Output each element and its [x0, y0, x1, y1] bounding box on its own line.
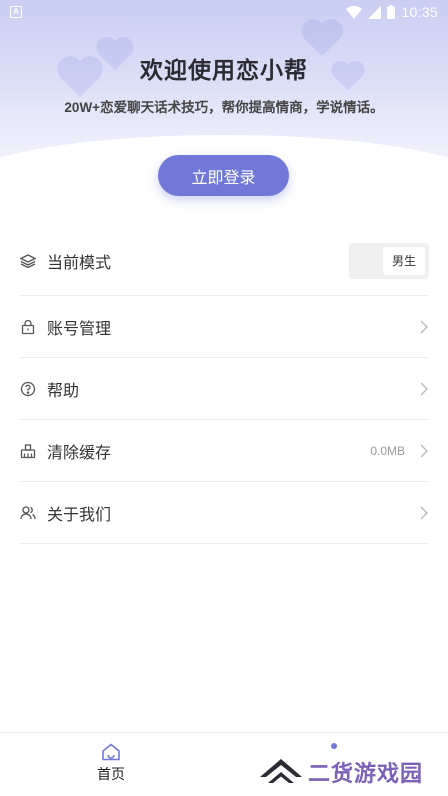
users-icon: [19, 504, 37, 522]
watermark-text: 二货游戏园: [308, 761, 424, 786]
toggle-value: 男生: [383, 246, 425, 275]
status-time: 10:35: [401, 4, 438, 20]
login-button[interactable]: 立即登录: [158, 155, 289, 196]
menu-item-clear-cache[interactable]: 清除缓存 0.0MB: [19, 420, 429, 482]
menu-item-label: 清除缓存: [47, 444, 112, 462]
settings-menu: 当前模式 男生 账号管理 帮助 清除缓存 0.0MB 关于我们: [19, 226, 429, 544]
page-title: 欢迎使用恋小帮: [140, 57, 308, 83]
chevron-right-icon: [420, 506, 428, 519]
menu-item-label: 账号管理: [47, 320, 112, 338]
menu-item-help[interactable]: 帮助: [19, 358, 429, 420]
lock-icon: [19, 318, 37, 336]
watermark: 二货游戏园: [258, 752, 423, 792]
notification-a-icon: A: [10, 6, 22, 18]
signal-icon: [368, 5, 382, 19]
help-circle-icon: [19, 380, 37, 398]
nav-tab-home-label: 首页: [97, 766, 125, 782]
menu-item-label: 当前模式: [47, 254, 112, 272]
layers-icon: [19, 252, 37, 270]
home-icon: [102, 743, 120, 761]
battery-icon: [387, 5, 396, 19]
status-bar: A 10:35: [0, 0, 448, 24]
cache-size-value: 0.0MB: [370, 443, 405, 458]
menu-item-label: 帮助: [47, 382, 80, 400]
chevron-right-icon: [420, 444, 428, 457]
menu-item-label: 关于我们: [47, 506, 112, 524]
nav-tab-home[interactable]: 首页: [88, 743, 134, 784]
watermark-logo-icon: [260, 759, 302, 783]
menu-item-mode: 当前模式 男生: [19, 226, 429, 296]
wifi-icon: [346, 5, 363, 19]
chevron-right-icon: [420, 382, 428, 395]
chevron-right-icon: [420, 320, 428, 333]
gender-mode-toggle[interactable]: 男生: [349, 242, 429, 279]
nav-tab-indicator-dot: [331, 743, 337, 749]
broom-icon: [19, 442, 37, 460]
page-subtitle: 20W+恋爱聊天话术技巧，帮你提高情商，学说情话。: [64, 100, 384, 115]
menu-item-about[interactable]: 关于我们: [19, 482, 429, 544]
menu-item-account[interactable]: 账号管理: [19, 296, 429, 358]
